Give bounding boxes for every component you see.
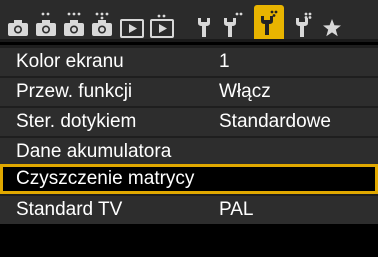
- tab-shooting-3[interactable]: [60, 8, 88, 38]
- menu-item-feature-guide[interactable]: Przew. funkcji Włącz: [0, 78, 378, 106]
- settings-menu-list: Kolor ekranu 1 Przew. funkcji Włącz Ster…: [0, 45, 378, 224]
- tab-setup-4[interactable]: [290, 8, 318, 38]
- wrench-icon: [224, 12, 243, 37]
- menu-item-screen-color[interactable]: Kolor ekranu 1: [0, 48, 378, 76]
- menu-item-value: Włącz: [219, 81, 271, 102]
- tab-shooting-1[interactable]: [4, 8, 32, 38]
- tab-setup-2[interactable]: [218, 8, 246, 38]
- tab-shooting-2[interactable]: [32, 8, 60, 38]
- camera-menu-screen: Kolor ekranu 1 Przew. funkcji Włącz Ster…: [0, 0, 378, 257]
- tab-setup-1[interactable]: [190, 8, 218, 38]
- wrench-icon: [198, 18, 210, 37]
- menu-item-label: Przew. funkcji: [16, 81, 133, 102]
- menu-tab-bar: [0, 0, 378, 42]
- playback-icon: [150, 14, 174, 38]
- tab-setup-3[interactable]: [254, 5, 284, 40]
- menu-item-label: Czyszczenie matrycy: [16, 168, 195, 189]
- menu-item-value: 1: [219, 51, 230, 72]
- playback-icon: [120, 19, 144, 38]
- menu-item-label: Ster. dotykiem: [16, 111, 137, 132]
- camera-icon: [92, 12, 112, 36]
- tab-playback-1[interactable]: [118, 8, 146, 38]
- camera-icon: [64, 12, 84, 36]
- menu-item-sensor-cleaning[interactable]: Czyszczenie matrycy: [0, 164, 378, 194]
- menu-item-value: PAL: [219, 199, 254, 220]
- tab-playback-2[interactable]: [148, 8, 176, 38]
- menu-item-label: Standard TV: [16, 199, 123, 220]
- wrench-icon: [296, 12, 312, 37]
- menu-item-battery-info[interactable]: Dane akumulatora: [0, 138, 378, 166]
- tab-my-menu[interactable]: [318, 8, 346, 38]
- menu-item-label: Kolor ekranu: [16, 51, 124, 72]
- star-icon: [323, 19, 341, 37]
- menu-item-label: Dane akumulatora: [16, 141, 172, 162]
- menu-item-value: Standardowe: [219, 111, 331, 132]
- camera-icon: [36, 12, 56, 36]
- camera-icon: [8, 20, 28, 36]
- menu-item-video-system[interactable]: Standard TV PAL: [0, 196, 378, 224]
- tab-shooting-4[interactable]: [88, 8, 116, 38]
- wrench-icon: [261, 10, 278, 35]
- menu-item-touch-control[interactable]: Ster. dotykiem Standardowe: [0, 108, 378, 136]
